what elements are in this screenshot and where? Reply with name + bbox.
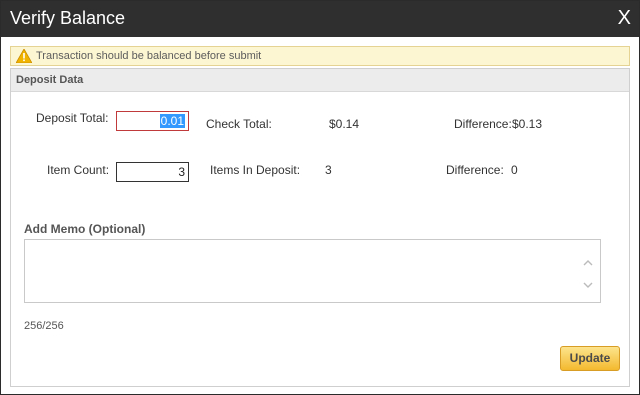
dialog-title: Verify Balance (10, 8, 126, 28)
deposit-total-label: Deposit Total: (36, 111, 109, 125)
update-button[interactable]: Update (560, 346, 620, 371)
item-count-label: Item Count: (47, 163, 110, 177)
scroll-down-icon[interactable] (583, 280, 593, 290)
items-difference-value: 0 (511, 163, 518, 177)
warning-triangle-icon (16, 49, 32, 63)
deposit-difference-label: Difference: (454, 117, 512, 131)
verify-balance-dialog: Verify Balance X Transaction should be b… (0, 0, 640, 395)
panel-title: Deposit Data (16, 74, 84, 86)
memo-character-counter: 256/256 (24, 320, 64, 332)
deposit-difference-value: $0.13 (512, 117, 543, 131)
items-difference-label: Difference: (446, 163, 504, 177)
dialog-titlebar: Verify Balance X (1, 1, 639, 37)
items-in-deposit-label: Items In Deposit: (210, 163, 301, 177)
deposit-data-panel: Deposit Data Deposit Total: 0.01 Check T… (10, 68, 630, 387)
items-in-deposit-value: 3 (325, 163, 332, 177)
memo-textarea[interactable] (24, 239, 601, 303)
check-total-label: Check Total: (206, 117, 272, 131)
item-count-value: 3 (178, 165, 185, 179)
close-icon[interactable]: X (618, 7, 631, 29)
warning-text: Transaction should be balanced before su… (36, 50, 262, 62)
item-count-input[interactable]: 3 (116, 162, 189, 182)
deposit-total-value: 0.01 (159, 114, 185, 128)
deposit-total-input[interactable]: 0.01 (116, 111, 189, 131)
check-total-value: $0.14 (329, 117, 360, 131)
panel-header: Deposit Data (11, 69, 629, 92)
warning-banner: Transaction should be balanced before su… (10, 46, 630, 66)
scroll-up-icon[interactable] (583, 258, 593, 268)
memo-label: Add Memo (Optional) (24, 222, 146, 236)
